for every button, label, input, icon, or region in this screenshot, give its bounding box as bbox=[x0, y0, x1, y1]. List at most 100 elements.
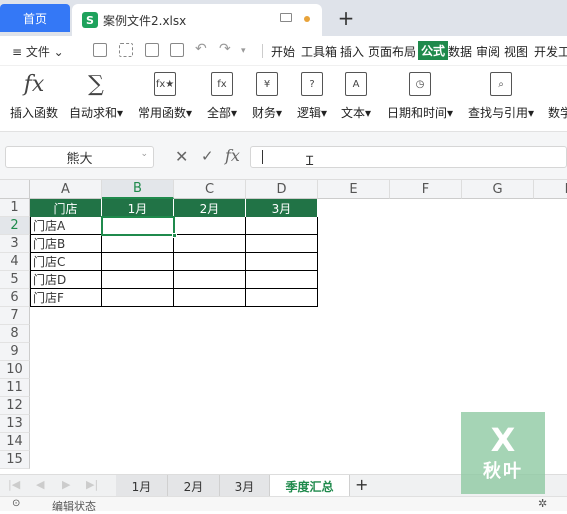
sheet-tab-quarter-summary[interactable]: 季度汇总 bbox=[270, 475, 350, 497]
new-tab-button[interactable]: + bbox=[337, 6, 355, 30]
row-header[interactable]: 6 bbox=[0, 289, 30, 307]
table-cell[interactable] bbox=[102, 289, 174, 307]
table-row-label[interactable]: 门店C bbox=[30, 253, 102, 271]
table-cell[interactable] bbox=[102, 271, 174, 289]
text-button[interactable]: A 文本▾ bbox=[341, 72, 371, 121]
formula-input[interactable] bbox=[250, 146, 567, 168]
tab-developer[interactable]: 开发工 bbox=[534, 43, 567, 60]
financial-button[interactable]: ¥ 财务▾ bbox=[252, 72, 282, 121]
redo-icon[interactable]: ↷ bbox=[219, 41, 231, 57]
tab-page-layout[interactable]: 页面布局 bbox=[368, 43, 416, 60]
format-painter-icon[interactable] bbox=[119, 43, 133, 57]
sheet-tab-mar[interactable]: 3月 bbox=[220, 475, 270, 497]
sheet-tab-jan[interactable]: 1月 bbox=[116, 475, 168, 497]
prev-sheet-icon[interactable]: ◀ bbox=[36, 478, 44, 491]
row-header[interactable]: 12 bbox=[0, 397, 30, 415]
row-header[interactable]: 8 bbox=[0, 325, 30, 343]
row-header[interactable]: 2 bbox=[0, 217, 30, 235]
insert-function-icon[interactable]: fx bbox=[225, 146, 240, 165]
chevron-down-icon[interactable]: ⌄ bbox=[140, 149, 148, 159]
status-text: 编辑状态 bbox=[52, 500, 96, 513]
column-header-e[interactable]: E bbox=[318, 180, 390, 199]
lookup-reference-button[interactable]: ⌕ 查找与引用▾ bbox=[468, 72, 534, 121]
row-header[interactable]: 1 bbox=[0, 199, 30, 217]
column-header-d[interactable]: D bbox=[246, 180, 318, 199]
table-cell[interactable] bbox=[246, 271, 318, 289]
tab-home[interactable]: 开始 bbox=[271, 43, 295, 60]
last-sheet-icon[interactable]: ▶| bbox=[86, 478, 98, 491]
print-icon[interactable] bbox=[145, 43, 159, 57]
undo-icon[interactable]: ↶ bbox=[195, 41, 207, 57]
tab-toolbox[interactable]: 工具箱 bbox=[301, 43, 337, 60]
column-header-g[interactable]: G bbox=[462, 180, 534, 199]
row-header[interactable]: 7 bbox=[0, 307, 30, 325]
next-sheet-icon[interactable]: ▶ bbox=[62, 478, 70, 491]
table-cell[interactable] bbox=[246, 217, 318, 235]
table-cell[interactable] bbox=[174, 235, 246, 253]
name-box[interactable]: 熊大 ⌄ bbox=[5, 146, 154, 168]
cancel-icon[interactable]: ✕ bbox=[175, 147, 188, 166]
home-tab[interactable]: 首页 bbox=[0, 4, 70, 32]
table-header-cell[interactable]: 2月 bbox=[174, 199, 246, 217]
table-cell[interactable] bbox=[174, 253, 246, 271]
row-header[interactable]: 4 bbox=[0, 253, 30, 271]
row-header[interactable]: 14 bbox=[0, 433, 30, 451]
select-all-corner[interactable] bbox=[0, 180, 30, 199]
sheet-tab-feb[interactable]: 2月 bbox=[168, 475, 220, 497]
macro-record-icon[interactable]: ⊙ bbox=[12, 498, 20, 509]
table-cell[interactable] bbox=[174, 217, 246, 235]
fill-handle[interactable] bbox=[172, 233, 177, 238]
tab-data[interactable]: 数据 bbox=[448, 43, 472, 60]
table-cell[interactable] bbox=[246, 235, 318, 253]
table-header-cell[interactable]: 门店 bbox=[30, 199, 102, 217]
row-header[interactable]: 9 bbox=[0, 343, 30, 361]
file-menu[interactable]: ≡ 文件 ⌄ bbox=[12, 43, 64, 60]
all-functions-button[interactable]: fx 全部▾ bbox=[207, 72, 237, 121]
row-header[interactable]: 13 bbox=[0, 415, 30, 433]
row-header[interactable]: 3 bbox=[0, 235, 30, 253]
table-cell[interactable] bbox=[246, 289, 318, 307]
print-preview-icon[interactable] bbox=[170, 43, 184, 57]
selected-cell-outline[interactable] bbox=[101, 216, 175, 236]
first-sheet-icon[interactable]: |◀ bbox=[8, 478, 20, 491]
column-header-f[interactable]: F bbox=[390, 180, 462, 199]
insert-function-button[interactable]: fx 插入函数 bbox=[10, 72, 58, 121]
table-cell[interactable] bbox=[246, 253, 318, 271]
tab-insert[interactable]: 插入 bbox=[340, 43, 364, 60]
row-header[interactable]: 11 bbox=[0, 379, 30, 397]
autosum-button[interactable]: ∑ 自动求和▾ bbox=[69, 72, 123, 121]
clock-icon: ◷ bbox=[409, 72, 432, 96]
table-row-label[interactable]: 门店A bbox=[30, 217, 102, 235]
tab-formula[interactable]: 公式 bbox=[418, 41, 449, 60]
row-header[interactable]: 5 bbox=[0, 271, 30, 289]
column-header-a[interactable]: A bbox=[30, 180, 102, 199]
table-cell[interactable] bbox=[174, 271, 246, 289]
column-header-h[interactable]: H bbox=[534, 180, 567, 199]
table-cell[interactable] bbox=[102, 235, 174, 253]
row-header[interactable]: 15 bbox=[0, 451, 30, 469]
table-header-cell[interactable]: 1月 bbox=[102, 199, 174, 217]
tab-view[interactable]: 视图 bbox=[504, 43, 528, 60]
save-icon[interactable] bbox=[93, 43, 107, 57]
tab-review[interactable]: 审阅 bbox=[476, 43, 500, 60]
table-cell[interactable] bbox=[174, 289, 246, 307]
row-header[interactable]: 10 bbox=[0, 361, 30, 379]
column-header-c[interactable]: C bbox=[174, 180, 246, 199]
add-sheet-button[interactable]: + bbox=[355, 475, 368, 494]
table-row-label[interactable]: 门店B bbox=[30, 235, 102, 253]
monitor-icon[interactable] bbox=[280, 13, 292, 22]
table-cell[interactable] bbox=[102, 253, 174, 271]
common-functions-button[interactable]: fx★ 常用函数▾ bbox=[138, 72, 192, 121]
text-caret bbox=[262, 150, 263, 164]
math-button[interactable]: 数学 bbox=[548, 72, 567, 121]
table-row-label[interactable]: 门店D bbox=[30, 271, 102, 289]
table-header-cell[interactable]: 3月 bbox=[246, 199, 318, 217]
date-time-button[interactable]: ◷ 日期和时间▾ bbox=[387, 72, 453, 121]
quick-access-dropdown-icon[interactable]: ▾ bbox=[241, 46, 246, 56]
column-header-b[interactable]: B bbox=[102, 180, 174, 199]
file-tab[interactable]: S 案例文件2.xlsx bbox=[72, 4, 322, 36]
settings-icon[interactable]: ✲ bbox=[538, 497, 547, 510]
table-row-label[interactable]: 门店F bbox=[30, 289, 102, 307]
confirm-icon[interactable]: ✓ bbox=[201, 147, 214, 165]
logical-button[interactable]: ? 逻辑▾ bbox=[297, 72, 327, 121]
